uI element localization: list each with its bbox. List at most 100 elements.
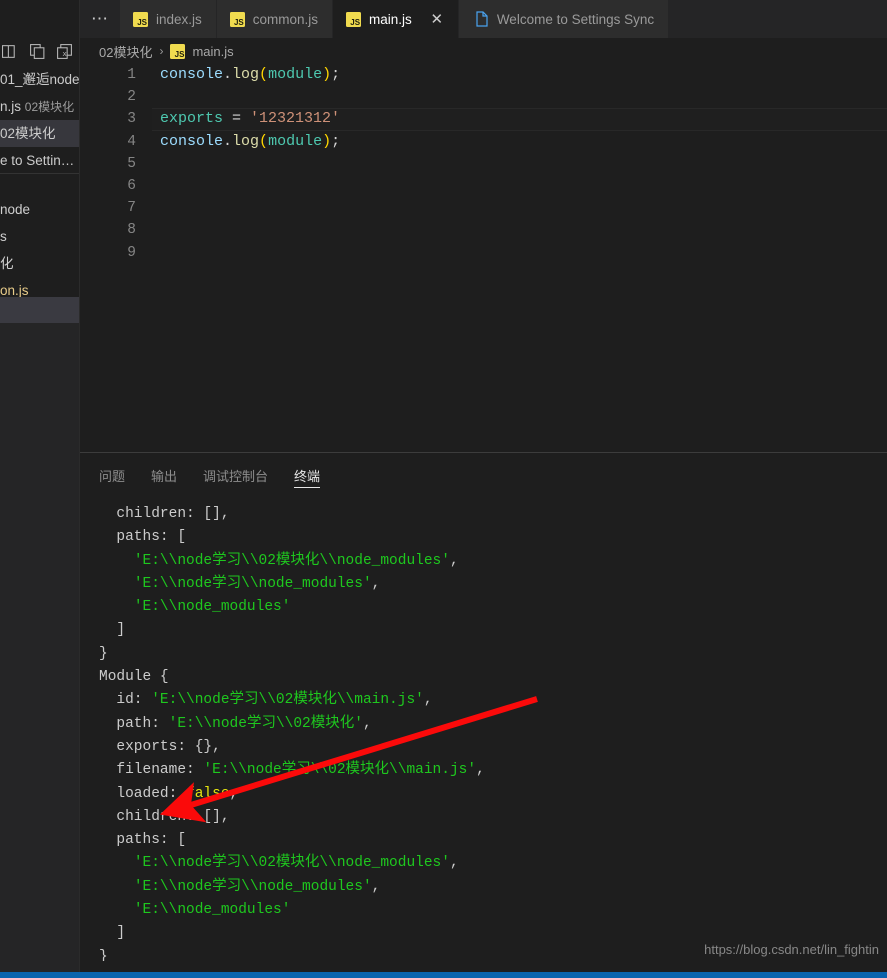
terminal-token: , bbox=[229, 785, 239, 802]
terminal-line: children: [], bbox=[99, 503, 887, 526]
tab-main-js[interactable]: JS main.js ✕ bbox=[333, 0, 459, 38]
terminal-token: path: bbox=[99, 715, 169, 732]
terminal-line: children: [], bbox=[99, 806, 887, 829]
js-file-icon: JS bbox=[346, 11, 362, 27]
explorer-tree-peek[interactable]: node s 化 on.js bbox=[0, 196, 79, 304]
editor-actions-toolbar: x bbox=[0, 38, 79, 64]
tree-item-label: 化 bbox=[0, 256, 14, 271]
terminal-token: , bbox=[371, 575, 381, 592]
tree-item[interactable]: 化 bbox=[0, 250, 79, 277]
code-token: ) bbox=[322, 132, 332, 150]
tab-overflow-icon[interactable]: ⋯ bbox=[80, 0, 120, 38]
list-item-selected[interactable]: 02模块化 bbox=[0, 120, 79, 147]
list-item[interactable]: 01_邂逅node bbox=[0, 66, 80, 93]
tab-welcome-settings-sync[interactable]: Welcome to Settings Sync bbox=[458, 0, 670, 38]
tab-output[interactable]: 输出 bbox=[151, 453, 177, 497]
code-line[interactable]: 8 bbox=[80, 219, 887, 241]
code-line[interactable]: 1 console.log(module); bbox=[80, 64, 887, 86]
tab-terminal[interactable]: 终端 bbox=[294, 453, 321, 497]
terminal-line: exports: {}, bbox=[99, 736, 887, 759]
code-line[interactable]: 7 bbox=[80, 197, 887, 219]
code-line[interactable]: 6 bbox=[80, 175, 887, 197]
left-column-empty-area bbox=[0, 323, 79, 978]
terminal-token: , bbox=[449, 855, 459, 872]
terminal-token: , bbox=[362, 715, 372, 732]
tab-index-js[interactable]: JS index.js bbox=[120, 0, 217, 38]
split-editor-icon[interactable] bbox=[2, 43, 19, 60]
list-item[interactable]: n.js 02模块化 bbox=[0, 93, 79, 120]
js-file-icon: JS bbox=[170, 43, 186, 59]
code-line[interactable]: 9 bbox=[80, 242, 887, 264]
terminal-line: 'E:\\node学习\\02模块化\\node_modules', bbox=[99, 852, 887, 875]
quick-open-item-label: e to Settin… bbox=[0, 153, 75, 168]
js-file-icon: JS bbox=[133, 11, 148, 27]
code-line[interactable]: 3 exports = '12321312' bbox=[80, 108, 887, 131]
bottom-panel: 问题 输出 调试控制台 终端 children: [], paths: [ 'E… bbox=[80, 452, 887, 961]
left-overlay-column: x 01_邂逅node n.js 02模块化 02模块化 e to Settin… bbox=[0, 0, 80, 978]
code-editor[interactable]: 1 console.log(module); 2 3 exports = '123213… bbox=[80, 64, 887, 452]
terminal-token: 'E:\\node学习\\02模块化\\node_modules' bbox=[133, 552, 450, 569]
code-line[interactable]: 5 bbox=[80, 153, 887, 175]
editor-tab-bar: ⋯ JS index.js JS common.js JS main.js ✕ bbox=[80, 0, 887, 38]
code-token: '12321312' bbox=[250, 110, 341, 128]
code-text: exports = '12321312' bbox=[160, 108, 340, 130]
line-number: 7 bbox=[127, 200, 136, 217]
close-group-icon[interactable]: x bbox=[56, 43, 73, 60]
line-number: 4 bbox=[127, 133, 136, 150]
tab-common-js[interactable]: JS common.js bbox=[216, 0, 334, 38]
breadcrumb-file[interactable]: main.js bbox=[192, 44, 233, 59]
code-token: console bbox=[160, 66, 224, 83]
quick-open-item-label: 01_邂逅node bbox=[0, 72, 80, 87]
tree-item-highlight-band[interactable] bbox=[0, 297, 79, 323]
line-number: 5 bbox=[127, 155, 136, 172]
tree-item[interactable]: s bbox=[0, 223, 79, 250]
terminal-token: filename: bbox=[99, 762, 204, 779]
status-bar[interactable] bbox=[0, 972, 887, 978]
vscode-window: x 01_邂逅node n.js 02模块化 02模块化 e to Settin… bbox=[0, 0, 887, 978]
tab-problems[interactable]: 问题 bbox=[99, 453, 125, 497]
breadcrumb-folder[interactable]: 02模块化 bbox=[99, 42, 152, 61]
watermark-url: https://blog.csdn.net/lin_fightin bbox=[704, 942, 879, 957]
terminal-line: 'E:\\node学习\\02模块化\\node_modules', bbox=[99, 550, 887, 573]
list-item[interactable]: e to Settin… bbox=[0, 147, 79, 174]
terminal-line: } bbox=[99, 643, 887, 666]
close-icon[interactable]: ✕ bbox=[430, 12, 444, 27]
terminal-token: paths: [ bbox=[99, 529, 187, 546]
terminal-line: 'E:\\node_modules' bbox=[99, 899, 887, 922]
tree-item[interactable]: node bbox=[0, 196, 79, 223]
terminal-token: children: [], bbox=[99, 506, 230, 522]
quick-open-list[interactable]: 01_邂逅node n.js 02模块化 02模块化 e to Settin… bbox=[0, 66, 80, 174]
quick-open-item-label: n.js bbox=[0, 99, 22, 114]
tab-label: common.js bbox=[252, 11, 319, 27]
code-token: module bbox=[268, 66, 323, 83]
code-line[interactable]: 4 console.log(module); bbox=[80, 131, 887, 153]
code-token: log bbox=[232, 66, 260, 83]
terminal-token: loaded: bbox=[99, 785, 187, 802]
copy-icon[interactable] bbox=[29, 43, 46, 60]
panel-tab-label: 输出 bbox=[151, 468, 178, 484]
terminal-token: 'E:\\node学习\\02模块化\\main.js' bbox=[203, 762, 477, 779]
code-token: = bbox=[223, 110, 251, 128]
code-token: . bbox=[223, 132, 233, 150]
tree-item-label: node bbox=[0, 202, 31, 217]
tab-debug-console[interactable]: 调试控制台 bbox=[203, 453, 268, 497]
line-number: 2 bbox=[127, 89, 136, 106]
terminal-line: id: 'E:\\node学习\\02模块化\\main.js', bbox=[99, 689, 887, 712]
terminal-token: } bbox=[99, 948, 108, 961]
terminal-token: 'E:\\node学习\\02模块化' bbox=[168, 715, 363, 732]
terminal-token: false bbox=[186, 785, 230, 802]
code-token: ; bbox=[331, 132, 341, 150]
terminal-output[interactable]: children: [], paths: [ 'E:\\node学习\\02模块… bbox=[80, 503, 887, 961]
tree-item-label: s bbox=[0, 229, 7, 244]
terminal-line: path: 'E:\\node学习\\02模块化', bbox=[99, 713, 887, 736]
terminal-line: paths: [ bbox=[99, 526, 887, 549]
code-line[interactable]: 2 bbox=[80, 86, 887, 108]
panel-tab-label: 调试控制台 bbox=[203, 468, 269, 484]
terminal-token: 'E:\\node学习\\node_modules' bbox=[133, 878, 372, 895]
terminal-line: 'E:\\node学习\\node_modules', bbox=[99, 573, 887, 596]
